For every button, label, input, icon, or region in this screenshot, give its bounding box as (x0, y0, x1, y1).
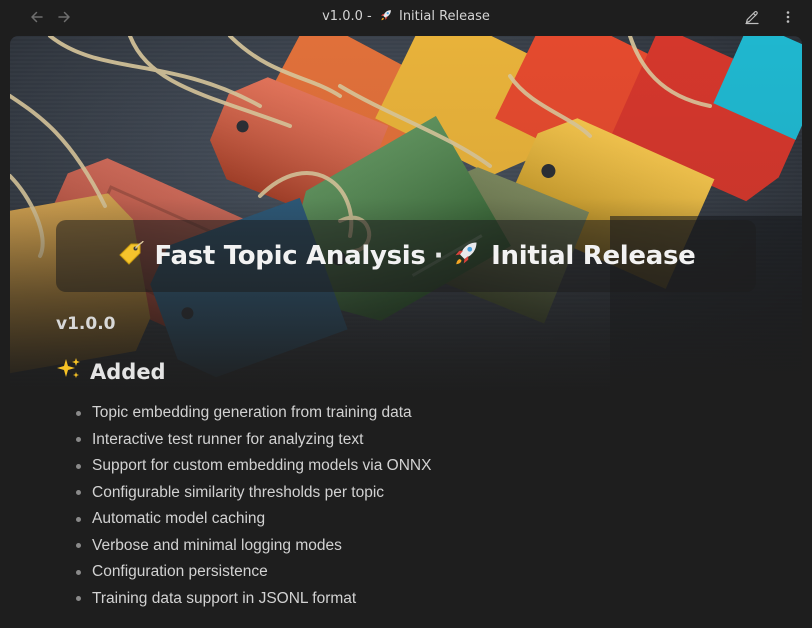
list-item: Automatic model caching (76, 506, 431, 533)
list-item: Topic embedding generation from training… (76, 400, 431, 427)
pencil-icon[interactable] (742, 7, 762, 27)
list-item: Interactive test runner for analyzing te… (76, 427, 431, 454)
bullet (76, 569, 81, 575)
added-list: Topic embedding generation from training… (76, 400, 431, 612)
title-box: Fast Topic Analysis · Initial Release (56, 220, 756, 292)
heading-separator: · (433, 241, 444, 271)
note-content[interactable]: Fast Topic Analysis · Initial Release v1… (10, 36, 802, 628)
title-bar: v1.0.0 - Initial Release (0, 0, 812, 34)
list-item-text: Training data support in JSONL format (92, 589, 357, 607)
title-name: Initial Release (398, 9, 490, 24)
list-item-text: Configurable similarity thresholds per t… (92, 483, 385, 501)
list-item: Configurable similarity thresholds per t… (76, 480, 431, 507)
banner-fade (10, 36, 802, 396)
sparkles-icon (56, 356, 82, 387)
heading-part1: Fast Topic Analysis (154, 241, 426, 271)
tag-icon (117, 239, 145, 274)
list-item: Configuration persistence (76, 559, 431, 586)
list-item-text: Support for custom embedding models via … (92, 457, 432, 475)
list-item-text: Verbose and minimal logging modes (92, 536, 342, 554)
section-title: Added (90, 359, 166, 384)
bullet (76, 516, 81, 522)
window-title: v1.0.0 - Initial Release (0, 8, 812, 26)
rocket-icon (379, 8, 393, 26)
section-heading: Added (56, 356, 166, 387)
bullet (76, 437, 81, 443)
list-item-text: Configuration persistence (92, 563, 268, 581)
list-item-text: Topic embedding generation from training… (92, 404, 412, 422)
rocket-icon (451, 238, 481, 275)
bullet (76, 596, 81, 602)
page-title: Fast Topic Analysis · Initial Release (117, 238, 696, 275)
list-item: Training data support in JSONL format (76, 586, 431, 613)
bullet (76, 410, 81, 416)
list-item: Support for custom embedding models via … (76, 453, 431, 480)
list-item-text: Interactive test runner for analyzing te… (92, 430, 364, 448)
more-vertical-icon[interactable] (778, 7, 798, 27)
list-item-text: Automatic model caching (92, 510, 266, 528)
bullet (76, 463, 81, 469)
bullet (76, 543, 81, 549)
title-version: v1.0.0 - (322, 9, 372, 24)
version-heading: v1.0.0 (56, 314, 116, 334)
bullet (76, 490, 81, 496)
list-item: Verbose and minimal logging modes (76, 533, 431, 560)
heading-part2: Initial Release (491, 241, 696, 271)
